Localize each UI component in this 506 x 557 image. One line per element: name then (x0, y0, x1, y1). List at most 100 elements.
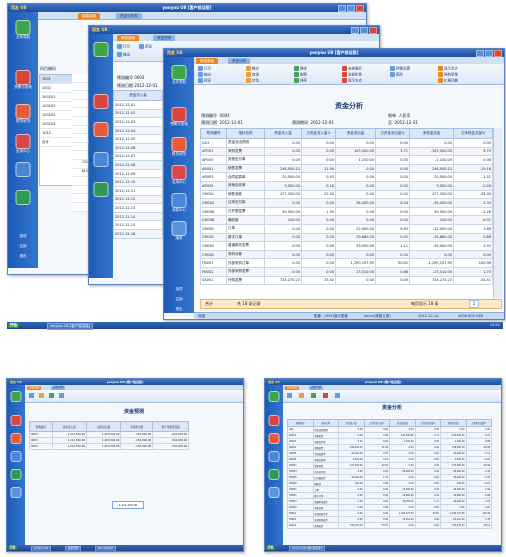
column-header[interactable]: 资金流出量 (389, 419, 416, 427)
finance-status-icon[interactable] (93, 122, 109, 137)
column-header[interactable]: 占净现金流量% (453, 128, 493, 139)
app-center-icon[interactable] (15, 134, 31, 149)
calendar-icon[interactable] (93, 182, 109, 197)
list-item[interactable] (72, 142, 88, 152)
toolbar-icon[interactable] (39, 393, 44, 398)
alert-query-icon[interactable] (15, 70, 31, 85)
list-item[interactable] (72, 202, 88, 212)
table-row[interactable]: 2012-12-16 (113, 228, 163, 239)
ribbon-button[interactable]: 刷新 (294, 72, 307, 78)
table-row[interactable]: 2012-12-07 (113, 151, 163, 162)
alert-query-icon[interactable] (93, 94, 109, 109)
list-item[interactable] (72, 177, 88, 186)
message-center-icon[interactable] (10, 451, 22, 462)
list-item[interactable] (72, 82, 88, 92)
toolbar-icon[interactable] (29, 393, 34, 398)
vertical-scrollbar[interactable] (493, 128, 502, 298)
column-header[interactable]: 占资金流出量% (414, 419, 441, 427)
calendar-icon[interactable] (10, 469, 22, 480)
business-nav-icon[interactable] (10, 391, 22, 402)
toolbar-icon[interactable] (335, 393, 340, 398)
toolbar-icon[interactable] (311, 393, 316, 398)
column-header[interactable]: 占资金流出量% (375, 128, 410, 139)
alert-query-icon[interactable] (268, 415, 280, 426)
ribbon-button[interactable]: 显示方式 (342, 78, 362, 84)
print-button[interactable]: 打印 (117, 44, 130, 50)
ribbon-button[interactable]: 预警设置 (390, 66, 410, 72)
toolbar-icon[interactable] (49, 393, 54, 398)
start-button[interactable]: 开始 (8, 323, 19, 328)
toolbar-icon[interactable] (287, 393, 292, 398)
table-row[interactable]: 2012-12-08 (113, 160, 163, 170)
table-row[interactable]: G01 资金流出预测 0.00 0.00 0.00 0.00 0.00 0.00 (200, 138, 493, 148)
table-row[interactable]: 2012-12-09 (113, 168, 163, 179)
table-row[interactable]: CM006 已开据发票 30,000.00 1.35 0.00 0.00 30,000.00… (200, 206, 493, 217)
nav-exit[interactable]: 退出 (164, 307, 194, 312)
subject-list-item[interactable]: 1002 (40, 84, 72, 93)
taskbar-item[interactable]: yonyou U8 (31, 546, 51, 551)
ribbon-button[interactable]: 输出 (198, 72, 211, 78)
list-item[interactable] (72, 74, 88, 83)
business-nav-icon[interactable] (268, 391, 280, 402)
export-button[interactable]: 输出 (117, 52, 130, 58)
ribbon-button[interactable]: 导航菜单 (438, 72, 458, 78)
toolbar-icon[interactable] (299, 393, 304, 398)
table-row[interactable]: 2012-12-15 (113, 220, 163, 230)
ribbon-button[interactable]: 确定 (294, 66, 307, 72)
toolbar-icon[interactable] (59, 393, 64, 398)
list-item[interactable] (72, 99, 88, 109)
table-row[interactable]: CM008 确收款 100.00 0.00 0.00 0.00 100.00 -0.01 (200, 215, 493, 225)
table-row[interactable]: 2012-12-03 (113, 117, 163, 127)
minimize-icon[interactable] (476, 50, 484, 57)
maximize-icon[interactable] (360, 27, 368, 34)
taskbar-app[interactable]: yonyou U8 [客户验证版] (47, 323, 94, 330)
nav-exit[interactable]: 退出 (8, 254, 38, 259)
alert-query-icon[interactable] (171, 107, 187, 122)
column-header[interactable]: 指标名称 (312, 419, 339, 427)
table-row[interactable]: 2012-12-01 (113, 100, 163, 110)
maximize-icon[interactable] (485, 50, 493, 57)
nav-logout[interactable]: 注销 (164, 297, 194, 302)
column-header[interactable]: 占资金流入量% (363, 419, 390, 427)
list-item[interactable] (72, 125, 88, 135)
nav-option[interactable]: 选项 (164, 287, 194, 292)
column-header[interactable]: 资金流入量 (51, 421, 88, 432)
ribbon-button[interactable]: 显示合计 (438, 66, 458, 72)
report-icon[interactable] (171, 221, 187, 236)
ribbon-button[interactable]: 查询 (246, 72, 259, 78)
list-item[interactable] (72, 194, 88, 203)
ribbon-button[interactable]: 排序 (294, 78, 307, 84)
message-center-icon[interactable] (171, 193, 187, 208)
table-row[interactable]: CM002 采购对象 0.00 0.00 0.00 0.00 0.00 0.00 (200, 249, 493, 260)
page-input[interactable]: 1 (469, 300, 479, 308)
subject-list-item[interactable]: 合计 (40, 138, 72, 147)
finance-status-icon[interactable] (268, 433, 280, 444)
taskbar-item[interactable]: 资金预测 (65, 546, 82, 551)
preview-button[interactable]: 预览 (139, 44, 152, 50)
table-row[interactable]: 2012-12-14 (113, 211, 163, 222)
list-item[interactable]: 611 (72, 168, 88, 178)
nav-logout[interactable]: 注销 (8, 244, 38, 249)
message-center-icon[interactable] (15, 162, 31, 177)
column-header[interactable]: 净现金流量 (440, 419, 467, 427)
table-row[interactable]: 2012-12-12 (113, 194, 163, 205)
tab-fund-analysis-table[interactable]: 资金分析表 (116, 13, 142, 19)
table-row[interactable]: 0004 1,211,500.00 1,463,500.00 -252,000.00-… (29, 443, 189, 450)
taskbar-app[interactable]: yonyou U8 [客户验证版] (289, 546, 325, 551)
list-item[interactable]: 731 (72, 159, 88, 169)
minimize-icon[interactable] (351, 27, 359, 34)
app-center-icon[interactable] (171, 165, 187, 180)
table-row[interactable]: 2012-12-10 (113, 177, 163, 187)
subject-list-item[interactable]: 100202 (40, 102, 72, 111)
table-row[interactable]: FN002 外部采购发票 0.00 0.00 23,010.00 0.66 -23,010.… (200, 266, 493, 277)
subject-list-item[interactable]: 1012 (40, 129, 72, 138)
business-nav-icon[interactable] (15, 20, 31, 35)
table-row[interactable]: 2012-12-04 (113, 125, 163, 136)
message-center-icon[interactable] (268, 451, 280, 462)
column-header[interactable]: 预测编号 (287, 419, 314, 427)
table-row[interactable]: AP001 采购发票 0.00 0.00 103,500.00 3.71 -103,500.… (200, 146, 493, 157)
table-row[interactable]: 2012-12-11 (113, 185, 163, 196)
start-button[interactable]: 开始 (8, 546, 18, 550)
list-item[interactable] (72, 91, 88, 100)
column-header[interactable]: 占净现金流量% (465, 419, 492, 427)
